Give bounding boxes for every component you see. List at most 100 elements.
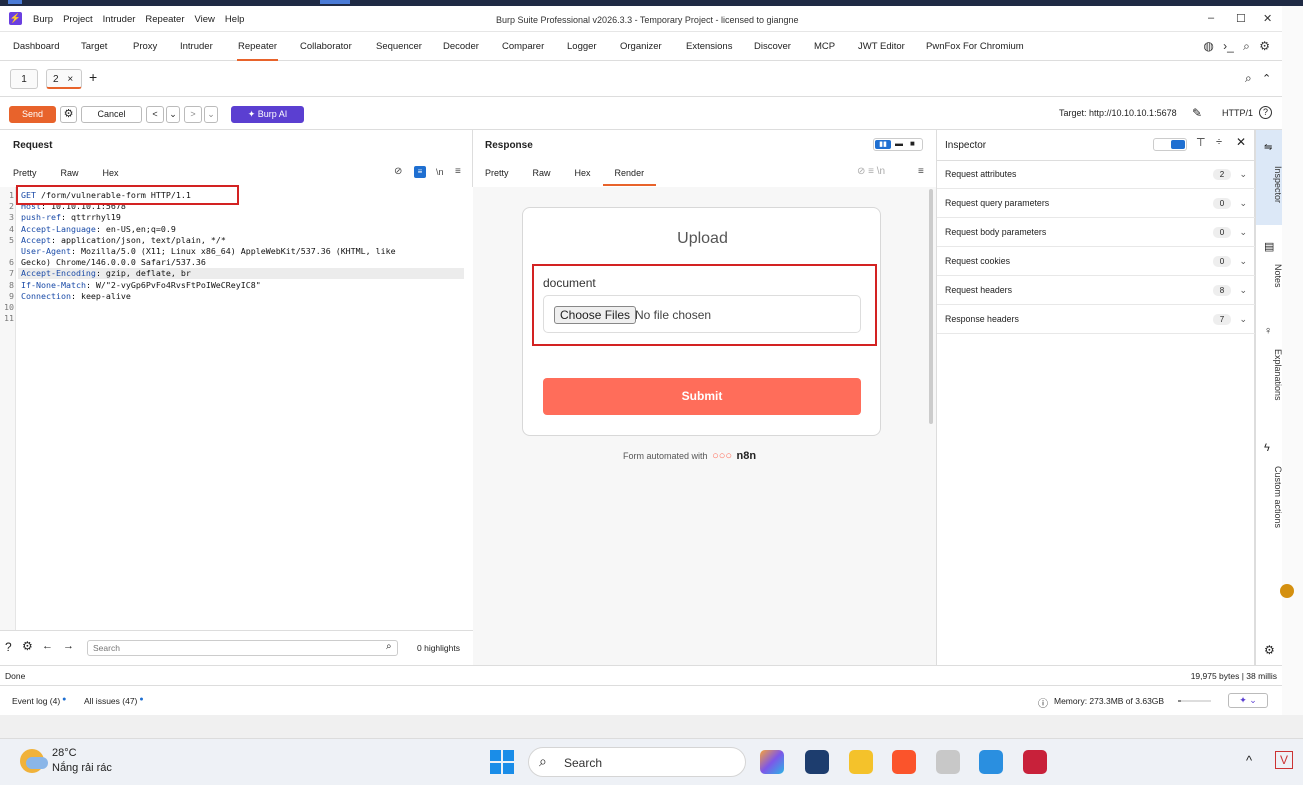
network-app-icon[interactable]	[936, 750, 960, 774]
request-search-input[interactable]	[87, 640, 398, 656]
file-explorer-icon[interactable]	[849, 750, 873, 774]
target-label[interactable]: Target: http://10.10.10.1:5678	[1059, 108, 1177, 118]
repeater-tab-1[interactable]: 1	[10, 69, 38, 89]
search-icon[interactable]: ⌕	[1243, 39, 1250, 53]
help-icon[interactable]: ?	[1259, 106, 1272, 119]
request-line[interactable]: Accept-Encoding: gzip, deflate, br	[21, 268, 396, 279]
request-editor[interactable]: 12345 6 7 8 9 10 11 GET /form/vulnerable-form…	[0, 185, 473, 630]
align-icon[interactable]: ⊤	[1196, 136, 1206, 149]
request-line[interactable]: Connection: keep-alive	[21, 291, 396, 302]
inspector-layout-toggle[interactable]	[1153, 138, 1187, 151]
menu-burp[interactable]: Burp	[33, 14, 53, 25]
all-issues-link[interactable]: All issues (47) ●	[84, 696, 144, 706]
sidebar-gear-icon[interactable]: ⚙	[1264, 643, 1275, 657]
tab-dashboard[interactable]: Dashboard	[13, 32, 59, 61]
request-tab-hex[interactable]: Hex	[103, 168, 119, 178]
tab-intruder[interactable]: Intruder	[180, 32, 213, 61]
gear-icon[interactable]: ⚙	[1259, 39, 1270, 53]
inspector-row-attributes[interactable]: Request attributes 2 ⌄	[937, 160, 1255, 189]
maximize-button[interactable]: ☐	[1236, 12, 1246, 25]
request-line[interactable]	[21, 302, 396, 313]
settings-gear-icon[interactable]: ⚙	[60, 106, 77, 123]
globe-icon[interactable]: ◍	[1203, 39, 1213, 53]
request-line[interactable]: Accept: application/json, text/plain, */…	[21, 235, 396, 246]
request-line[interactable]: Accept-Language: en-US,en;q=0.9	[21, 224, 396, 235]
menu-project[interactable]: Project	[63, 14, 93, 25]
windows-start-icon[interactable]	[490, 750, 514, 774]
tab-search-icon[interactable]: ⌕	[1245, 71, 1252, 86]
prev-match-icon[interactable]: ←	[42, 640, 53, 652]
next-match-icon[interactable]: →	[63, 640, 74, 652]
forward-history-dropdown[interactable]: ⌄	[204, 106, 218, 123]
layout-split-icon[interactable]: ▮▮	[875, 140, 891, 149]
request-line[interactable]: Gecko) Chrome/146.0.0.0 Safari/537.36	[21, 257, 396, 268]
tab-proxy[interactable]: Proxy	[133, 32, 157, 61]
help-circle-icon[interactable]: ?	[5, 640, 12, 654]
inspector-row-cookies[interactable]: Request cookies 0 ⌄	[937, 247, 1255, 276]
event-log-link[interactable]: Event log (4) ●	[12, 696, 66, 706]
x64dbg-icon[interactable]	[1023, 750, 1047, 774]
close-inspector-icon[interactable]: ✕	[1236, 135, 1246, 149]
weather-temp[interactable]: 28°C	[52, 747, 77, 759]
edit-target-icon[interactable]: ✎	[1192, 106, 1202, 120]
sidebar-tab-inspector[interactable]: Inspector	[1256, 144, 1283, 224]
request-tab-raw[interactable]: Raw	[61, 168, 79, 178]
tab-comparer[interactable]: Comparer	[502, 32, 544, 61]
menu-view[interactable]: View	[195, 14, 215, 25]
close-button[interactable]: ✕	[1263, 12, 1272, 25]
terminal-icon[interactable]: ›_	[1223, 39, 1234, 53]
format-icon[interactable]: ≡	[414, 166, 426, 178]
brave-browser-icon[interactable]	[892, 750, 916, 774]
request-line[interactable]: User-Agent: Mozilla/5.0 (X11; Linux x86_…	[21, 246, 396, 257]
tab-pwnfox[interactable]: PwnFox For Chromium	[926, 32, 1024, 61]
search-settings-gear-icon[interactable]: ⚙	[22, 639, 33, 653]
render-scrollbar[interactable]	[929, 189, 933, 424]
chevron-down-icon[interactable]: ⌄	[1239, 218, 1247, 247]
taskbar-search[interactable]: ⌕ Search	[528, 747, 746, 777]
tray-expand-icon[interactable]: ^	[1246, 753, 1252, 768]
minimize-button[interactable]: –	[1208, 12, 1214, 24]
repeater-tab-2[interactable]: 2 ×	[46, 69, 82, 89]
cancel-button[interactable]: Cancel	[81, 106, 142, 123]
tray-v-icon[interactable]: V	[1275, 751, 1293, 769]
response-tab-hex[interactable]: Hex	[575, 168, 591, 186]
tab-repeater[interactable]: Repeater	[237, 32, 279, 61]
sidebar-tab-custom-actions[interactable]: Custom actions	[1256, 444, 1283, 554]
inspector-row-resp-headers[interactable]: Response headers 7 ⌄	[937, 305, 1255, 334]
newline-icon[interactable]: \n	[436, 167, 444, 177]
http-version-label[interactable]: HTTP/1	[1222, 108, 1253, 118]
request-line[interactable]: push-ref: qttrrhyl19	[21, 212, 396, 223]
chevron-down-icon[interactable]: ⌄	[1239, 247, 1247, 276]
vscode-icon[interactable]	[979, 750, 1003, 774]
chevron-down-icon[interactable]: ⌄	[1239, 160, 1247, 189]
request-line[interactable]	[21, 313, 396, 324]
tab-collaborator[interactable]: Collaborator	[300, 32, 352, 61]
tab-logger[interactable]: Logger	[567, 32, 597, 61]
split-icon[interactable]: ÷	[1216, 136, 1222, 148]
submit-button[interactable]: Submit	[543, 378, 861, 415]
layout-horizontal-icon[interactable]: ▬	[895, 139, 903, 148]
close-tab-icon[interactable]: ×	[67, 74, 73, 85]
tab-sequencer[interactable]: Sequencer	[376, 32, 422, 61]
menu-help[interactable]: Help	[225, 14, 245, 25]
layout-single-icon[interactable]: ■	[910, 139, 915, 148]
inspector-row-body[interactable]: Request body parameters 0 ⌄	[937, 218, 1255, 247]
tab-decoder[interactable]: Decoder	[443, 32, 479, 61]
send-button[interactable]: Send	[9, 106, 56, 123]
request-tab-pretty[interactable]: Pretty	[13, 168, 37, 178]
sidebar-tab-explanations[interactable]: Explanations	[1256, 327, 1283, 422]
menu-icon[interactable]: ≡	[455, 166, 461, 177]
request-line[interactable]: If-None-Match: W/"2-vyGp6PvFo4RvsFtPoIWe…	[21, 280, 396, 291]
add-tab-button[interactable]: +	[89, 69, 97, 85]
menu-repeater[interactable]: Repeater	[145, 14, 184, 25]
burp-ai-button[interactable]: ✦ Burp AI	[231, 106, 304, 123]
tab-organizer[interactable]: Organizer	[620, 32, 662, 61]
chevron-down-icon[interactable]: ⌄	[1239, 276, 1247, 305]
tab-extensions[interactable]: Extensions	[686, 32, 732, 61]
chevron-down-icon[interactable]: ⌄	[1239, 189, 1247, 218]
forward-button[interactable]: >	[184, 106, 202, 123]
chevron-down-icon[interactable]: ⌄	[1239, 305, 1247, 334]
tab-target[interactable]: Target	[81, 32, 107, 61]
back-button[interactable]: <	[146, 106, 164, 123]
inspector-row-query[interactable]: Request query parameters 0 ⌄	[937, 189, 1255, 218]
